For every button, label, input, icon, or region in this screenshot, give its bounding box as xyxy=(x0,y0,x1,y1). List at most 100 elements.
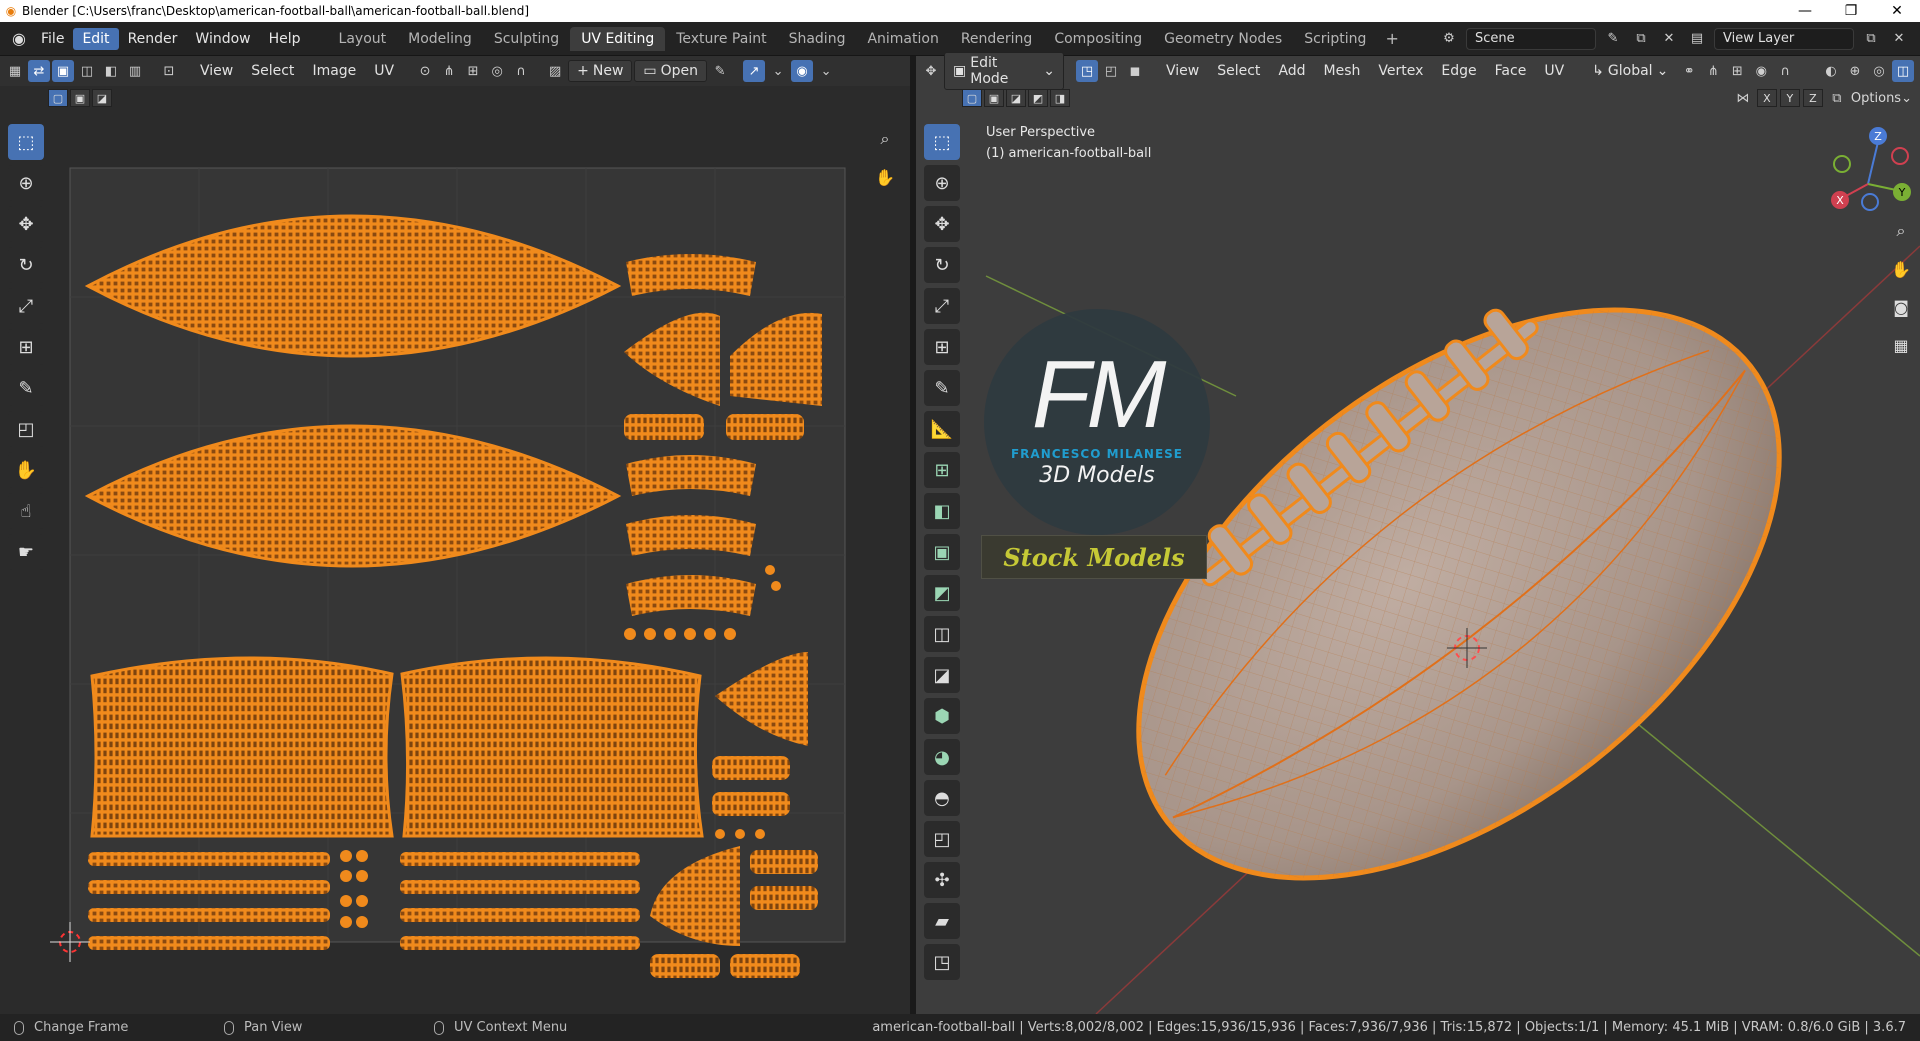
falloff-icon[interactable]: ∩ xyxy=(1774,60,1796,82)
view-layer-field[interactable]: View Layer xyxy=(1714,27,1854,50)
tab-geometry-nodes[interactable]: Geometry Nodes xyxy=(1153,27,1293,51)
tab-shading[interactable]: Shading xyxy=(778,27,857,51)
annotate-icon[interactable]: ✎ xyxy=(924,370,960,406)
shrink-fatten-icon[interactable]: ✣ xyxy=(924,862,960,898)
select-invert-icon[interactable]: ◩ xyxy=(1028,89,1048,107)
gizmo-toggle-icon[interactable]: ⊕ xyxy=(1844,60,1866,82)
inset-icon[interactable]: ▣ xyxy=(924,534,960,570)
tab-rendering[interactable]: Rendering xyxy=(950,27,1044,51)
gizmo-neg-y-icon[interactable] xyxy=(1833,155,1851,173)
pan-hand-icon[interactable]: ✋ xyxy=(1886,254,1916,284)
rotate-icon[interactable]: ↻ xyxy=(924,247,960,283)
options-dropdown[interactable]: Options⌄ xyxy=(1851,91,1912,106)
view-layer-icon[interactable]: ▤ xyxy=(1686,28,1708,50)
gizmo-neg-z-icon[interactable] xyxy=(1861,193,1879,211)
loop-cut-icon[interactable]: ◫ xyxy=(924,616,960,652)
add-cube-icon[interactable]: ⊞ xyxy=(924,452,960,488)
viewport-menu-edge[interactable]: Edge xyxy=(1433,61,1484,81)
edge-mode-icon[interactable]: ◰ xyxy=(1100,60,1122,82)
edge-slide-icon[interactable]: ◰ xyxy=(924,821,960,857)
visibility-icon[interactable]: ◐ xyxy=(1820,60,1842,82)
tab-texture-paint[interactable]: Texture Paint xyxy=(665,27,777,51)
maximize-button[interactable]: ❐ xyxy=(1828,3,1874,19)
viewport-menu-mesh[interactable]: Mesh xyxy=(1316,61,1369,81)
viewport-menu-uv[interactable]: UV xyxy=(1536,61,1572,81)
scale-icon[interactable]: ⤢ xyxy=(924,288,960,324)
proportional-icon[interactable]: ◉ xyxy=(1750,60,1772,82)
knife-icon[interactable]: ◪ xyxy=(924,657,960,693)
menu-help[interactable]: Help xyxy=(260,28,310,50)
rip-region-icon[interactable]: ◳ xyxy=(924,944,960,980)
uv-island-block xyxy=(750,886,818,910)
select-extend-icon[interactable]: ▣ xyxy=(984,89,1004,107)
grid-perspective-icon[interactable]: ▦ xyxy=(1886,330,1916,360)
smooth-icon[interactable]: ◓ xyxy=(924,780,960,816)
bevel-icon[interactable]: ◩ xyxy=(924,575,960,611)
menu-edit[interactable]: Edit xyxy=(73,27,119,50)
viewport-menu-view[interactable]: View xyxy=(1158,61,1207,81)
uv-canvas[interactable] xyxy=(0,56,910,1014)
tab-animation[interactable]: Animation xyxy=(856,27,949,51)
close-button[interactable]: ✕ xyxy=(1874,3,1920,19)
cursor-icon[interactable]: ⊕ xyxy=(924,165,960,201)
mode-dropdown[interactable]: ▣ Edit Mode ⌄ xyxy=(944,52,1064,90)
mirror-z-toggle[interactable]: Z xyxy=(1802,89,1823,107)
tab-modeling[interactable]: Modeling xyxy=(397,27,483,51)
select-intersect-icon[interactable]: ◨ xyxy=(1050,89,1070,107)
menu-window[interactable]: Window xyxy=(186,28,259,50)
transform-icon[interactable]: ⊞ xyxy=(924,329,960,365)
overlay-icon[interactable]: ◎ xyxy=(1868,60,1890,82)
menu-render[interactable]: Render xyxy=(119,28,187,50)
viewport-menu-vertex[interactable]: Vertex xyxy=(1370,61,1431,81)
menu-file[interactable]: File xyxy=(32,28,73,50)
delete-scene-icon[interactable]: ✕ xyxy=(1658,28,1680,50)
xray-icon[interactable]: ◫ xyxy=(1892,60,1914,82)
uv-island-block xyxy=(712,756,790,780)
zoom-icon[interactable]: ⌕ xyxy=(1886,216,1916,246)
move-icon[interactable]: ✥ xyxy=(924,206,960,242)
viewport-menu-face[interactable]: Face xyxy=(1487,61,1535,81)
viewport-editor-type-icon[interactable]: ✥ xyxy=(920,60,942,82)
spin-icon[interactable]: ◕ xyxy=(924,739,960,775)
mirror-x-toggle[interactable]: X xyxy=(1756,89,1777,107)
uv-editor[interactable]: ▦ ⇄ ▣ ◫ ◧ ▥ ⊡ View Select Image UV ⊙ ⋔ ⊞… xyxy=(0,56,910,1014)
navigation-gizmo[interactable]: Z Y X xyxy=(1816,114,1912,224)
camera-icon[interactable]: ◙ xyxy=(1886,292,1916,322)
mirror-icon[interactable]: ⋈ xyxy=(1732,87,1754,109)
select-subtract-icon[interactable]: ◪ xyxy=(1006,89,1026,107)
pin-icon[interactable]: ✎ xyxy=(1602,28,1624,50)
tab-sculpting[interactable]: Sculpting xyxy=(483,27,570,51)
scene-field[interactable]: Scene xyxy=(1466,27,1596,50)
add-workspace-icon[interactable]: + xyxy=(1377,29,1406,48)
blender-menu-icon[interactable]: ◉ xyxy=(6,29,32,48)
pivot-point-icon[interactable]: ⚭ xyxy=(1678,60,1700,82)
minimize-button[interactable]: — xyxy=(1782,3,1828,19)
tab-scripting[interactable]: Scripting xyxy=(1293,27,1377,51)
new-view-layer-icon[interactable]: ⧉ xyxy=(1860,28,1882,50)
viewport-toolbar: ⬚ ⊕ ✥ ↻ ⤢ ⊞ ✎ 📐 ⊞ ◧ ▣ ◩ ◫ ◪ ⬢ ◕ ◓ ◰ ✣ ▰ … xyxy=(924,124,960,980)
poly-build-icon[interactable]: ⬢ xyxy=(924,698,960,734)
extrude-icon[interactable]: ◧ xyxy=(924,493,960,529)
gizmo-neg-x-icon[interactable] xyxy=(1891,147,1909,165)
tab-compositing[interactable]: Compositing xyxy=(1043,27,1153,51)
snap-target-icon[interactable]: ⊞ xyxy=(1726,60,1748,82)
tab-layout[interactable]: Layout xyxy=(328,27,398,51)
scene-icon[interactable]: ⚙ xyxy=(1438,28,1460,50)
tab-uv-editing[interactable]: UV Editing xyxy=(570,26,666,51)
viewport-menu-select[interactable]: Select xyxy=(1209,61,1268,81)
new-scene-icon[interactable]: ⧉ xyxy=(1630,28,1652,50)
viewport-menu-add[interactable]: Add xyxy=(1270,61,1313,81)
select-box-icon[interactable]: ⬚ xyxy=(924,124,960,160)
3d-viewport[interactable]: ✥ ▣ Edit Mode ⌄ ◳ ◰ ◼ View Select Add Mesh… xyxy=(916,52,1920,1014)
measure-icon[interactable]: 📐 xyxy=(924,411,960,447)
face-mode-icon[interactable]: ◼ xyxy=(1124,60,1146,82)
mirror-y-toggle[interactable]: Y xyxy=(1779,89,1800,107)
mirror-topology-icon[interactable]: ⧉ xyxy=(1826,87,1848,109)
viewport-overlay-text: User Perspective (1) american-football-b… xyxy=(986,122,1151,164)
snap-toggle-icon[interactable]: ⋔ xyxy=(1702,60,1724,82)
select-new-icon[interactable]: ▢ xyxy=(962,89,982,107)
orientation-dropdown[interactable]: ↳ Global ⌄ xyxy=(1584,61,1676,81)
delete-view-layer-icon[interactable]: ✕ xyxy=(1888,28,1910,50)
vertex-mode-icon[interactable]: ◳ xyxy=(1076,60,1098,82)
shear-icon[interactable]: ▰ xyxy=(924,903,960,939)
